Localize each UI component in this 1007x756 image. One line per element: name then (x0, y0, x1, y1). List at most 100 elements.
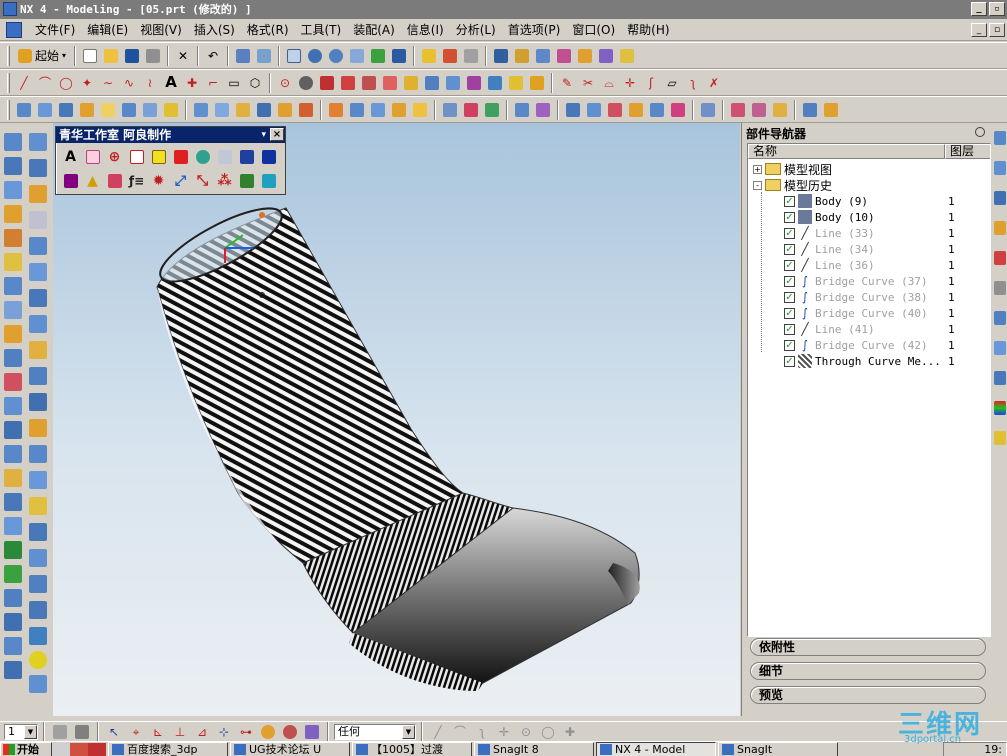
feature-tool-icon[interactable] (4, 349, 22, 367)
select-icon[interactable] (233, 46, 253, 66)
feature-tool-icon[interactable] (4, 493, 22, 511)
menu-window[interactable]: 窗口(O) (566, 19, 621, 41)
law-curve-icon[interactable] (317, 73, 337, 93)
new-icon[interactable] (80, 46, 100, 66)
section-preview[interactable]: 预览 (750, 686, 986, 704)
tree-node-feature[interactable]: ✓ Body (10) (784, 209, 875, 225)
section-details[interactable]: 细节 (750, 662, 986, 680)
polygon-icon[interactable]: ⬡ (245, 73, 265, 93)
taskbar-item[interactable]: SnagIt 8 (474, 742, 594, 756)
pin-icon[interactable] (975, 127, 985, 137)
form-tool-icon[interactable] (29, 651, 47, 669)
orient-icon[interactable] (368, 46, 388, 66)
tree-node-feature[interactable]: ✓ ╱ Line (41) (784, 321, 875, 337)
edit-parameters-icon[interactable]: ✗ (704, 73, 724, 93)
offset-curve-icon[interactable]: ⌐ (203, 73, 223, 93)
surface-icon-26[interactable] (584, 100, 604, 120)
measure-icon[interactable] (554, 46, 574, 66)
tree-node-feature[interactable]: ✓ ╱ Line (33) (784, 225, 875, 241)
intersection-icon[interactable]: ✛ (494, 722, 514, 741)
form-tool-icon[interactable] (29, 237, 47, 255)
curve-icon[interactable]: ⤢ (170, 170, 191, 191)
surface-icon-11[interactable] (233, 100, 253, 120)
menu-edit[interactable]: 编辑(E) (81, 19, 134, 41)
print-icon[interactable] (143, 46, 163, 66)
surface-icon-24[interactable] (533, 100, 553, 120)
tool-icon[interactable] (994, 221, 1006, 235)
tool-icon[interactable] (994, 281, 1006, 295)
tool-icon[interactable] (994, 341, 1006, 355)
visibility-checkbox[interactable]: ✓ (784, 307, 795, 319)
toolbar-grip[interactable] (7, 99, 10, 120)
document-icon[interactable] (6, 22, 22, 38)
surface-icon-5[interactable] (98, 100, 118, 120)
filter-icon[interactable] (254, 46, 274, 66)
form-tool-icon[interactable] (29, 627, 47, 645)
doc-restore-button[interactable]: ▫ (989, 23, 1005, 37)
feature-tool-icon[interactable] (4, 181, 22, 199)
menu-info[interactable]: 信息(I) (401, 19, 450, 41)
form-tool-icon[interactable] (29, 263, 47, 281)
sketch-icon[interactable] (512, 46, 532, 66)
shaded-icon[interactable] (419, 46, 439, 66)
function-icon[interactable]: ƒ≡ (126, 170, 147, 191)
feature-tool-icon[interactable] (4, 469, 22, 487)
feature-tool-icon[interactable] (4, 397, 22, 415)
snap-endpoint-icon[interactable]: ⊾ (148, 722, 168, 741)
undo-icon[interactable]: ↶ (203, 46, 223, 66)
layer-combo[interactable]: 1 ▼ (4, 723, 38, 740)
menu-file[interactable]: 文件(F) (29, 19, 81, 41)
layer-icon[interactable] (491, 46, 511, 66)
color-icon[interactable] (60, 170, 81, 191)
smooth-icon[interactable]: ʅ (683, 73, 703, 93)
curve-length-icon[interactable]: ʃ (641, 73, 661, 93)
graphics-window[interactable] (53, 123, 740, 716)
feature-tool-icon[interactable] (4, 541, 22, 559)
form-tool-icon[interactable] (29, 497, 47, 515)
bridge-curve-icon[interactable] (485, 73, 505, 93)
tree-node-feature[interactable]: ✓ Body (9) (784, 193, 868, 209)
tool-icon[interactable] (994, 251, 1006, 265)
extract-curve-icon[interactable] (422, 73, 442, 93)
collapse-icon[interactable]: - (753, 180, 762, 190)
menu-assembly[interactable]: 装配(A) (347, 19, 401, 41)
surface-icon-34[interactable] (770, 100, 790, 120)
surface-icon-10[interactable] (212, 100, 232, 120)
form-tool-icon[interactable] (29, 367, 47, 385)
surface-icon-15[interactable] (326, 100, 346, 120)
tool-icon[interactable] (994, 131, 1006, 145)
perspective-icon[interactable] (389, 46, 409, 66)
offset-face-curve-icon[interactable] (443, 73, 463, 93)
minimize-button[interactable]: _ (971, 2, 987, 16)
feature-tool-icon[interactable] (4, 253, 22, 271)
surface-icon-27[interactable] (605, 100, 625, 120)
crosshair-icon[interactable]: ⊕ (104, 146, 125, 167)
surface-icon-28[interactable] (626, 100, 646, 120)
taskbar-item[interactable]: UG技术论坛 U (230, 742, 350, 756)
menu-help[interactable]: 帮助(H) (621, 19, 675, 41)
curve-rule-icon[interactable]: ╱ (428, 722, 448, 741)
form-tool-icon[interactable] (29, 393, 47, 411)
quicklaunch-browser-icon[interactable] (70, 742, 88, 756)
rotate-icon[interactable] (326, 46, 346, 66)
wrap-curve-icon[interactable] (464, 73, 484, 93)
tree-node-feature[interactable]: ✓ ╱ Line (36) (784, 257, 875, 273)
tool-icon[interactable] (994, 161, 1006, 175)
section-dependencies[interactable]: 依附性 (750, 638, 986, 656)
surface-icon-19[interactable] (410, 100, 430, 120)
layer-icon[interactable] (214, 146, 235, 167)
tree-node-feature[interactable]: ✓ ∫ Bridge Curve (40) (784, 305, 928, 321)
visibility-checkbox[interactable]: ✓ (784, 195, 795, 207)
feature-tool-icon[interactable] (4, 229, 22, 247)
form-tool-icon[interactable] (29, 549, 47, 567)
arc-icon[interactable]: ⌒ (35, 73, 55, 93)
doc-minimize-button[interactable]: _ (971, 23, 987, 37)
surface-icon-7[interactable] (140, 100, 160, 120)
trim-icon[interactable]: ✂ (578, 73, 598, 93)
snap-icon[interactable]: ⌖ (126, 722, 146, 741)
open-icon[interactable] (101, 46, 121, 66)
visibility-checkbox[interactable]: ✓ (784, 275, 795, 287)
feature-icon[interactable] (617, 46, 637, 66)
line-icon[interactable]: ╱ (14, 73, 34, 93)
form-tool-icon[interactable] (29, 289, 47, 307)
